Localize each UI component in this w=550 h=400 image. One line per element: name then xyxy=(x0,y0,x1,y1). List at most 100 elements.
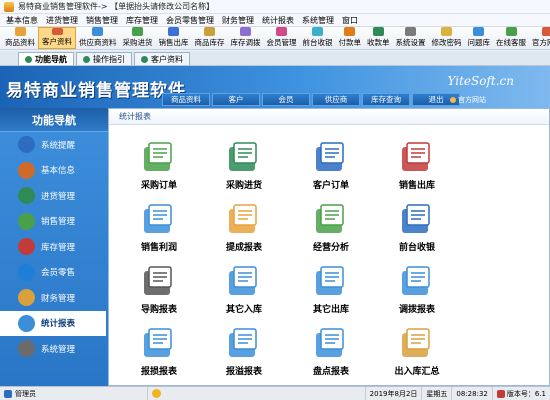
tab-icon xyxy=(83,55,90,63)
tab[interactable]: 客户资料 xyxy=(134,52,190,65)
user-label: 管理员 xyxy=(15,389,36,398)
sidebar-items: 系统提醒基本信息进货管理销售管理库存管理会员零售财务管理统计报表 系统管理 xyxy=(0,132,108,362)
tab-label: 操作指引 xyxy=(93,54,125,64)
report-button[interactable]: 报损报表 xyxy=(119,325,199,377)
report-button[interactable]: 导购报表 xyxy=(119,263,199,315)
sidebar-item-label: 进货管理 xyxy=(41,191,76,202)
sidebar-item[interactable]: 财务管理 xyxy=(0,285,108,311)
report-button[interactable]: 盘点报表 xyxy=(291,325,371,377)
toolbar-button[interactable]: 供应商资料 xyxy=(76,27,120,49)
toolbar: 商品资料 客户资料 供应商资料 采购进货 销售出库 商品库存 库存调拨 会员管理 前台收银 付款单… xyxy=(0,27,550,50)
toolbar-label: 付款单 xyxy=(338,38,362,47)
report-button[interactable]: 提成报表 xyxy=(204,201,284,253)
report-button[interactable]: 调拨报表 xyxy=(377,263,457,315)
sidebar-header: 功能导航 xyxy=(0,108,108,132)
official-site-link[interactable]: 官方网站 xyxy=(450,95,486,105)
toolbar-icon xyxy=(312,27,323,36)
toolbar-icon xyxy=(505,27,517,36)
toolbar-button[interactable]: 付款单 xyxy=(336,27,365,49)
toolbar-button[interactable]: 采购进货 xyxy=(120,27,156,49)
report-button[interactable]: 出入库汇总 xyxy=(377,325,457,377)
report-button[interactable]: 采购进货 xyxy=(204,139,284,191)
sidebar-item[interactable]: 系统管理 xyxy=(0,336,108,362)
report-label: 销售出库 xyxy=(398,181,435,191)
menu-item[interactable]: 会员零售管理 xyxy=(162,15,218,26)
tab[interactable]: 功能导航 xyxy=(18,52,74,65)
breadcrumb: 统计报表 xyxy=(109,109,549,125)
menu-item[interactable]: 销售管理 xyxy=(82,15,122,26)
report-button[interactable]: 前台收银 xyxy=(377,201,457,253)
tab-label: 功能导航 xyxy=(35,54,67,64)
toolbar-button[interactable]: 会员管理 xyxy=(264,27,300,49)
toolbar-button[interactable]: 系统设置 xyxy=(393,27,429,49)
banner: 易特商业销售管理软件 YiteSoft.cn 商品资料 客户 会员 供应商 库存查询 退出… xyxy=(0,66,550,108)
purchase-order-icon xyxy=(140,139,178,175)
tab[interactable]: 操作指引 xyxy=(76,52,132,65)
menu-item[interactable]: 库存管理 xyxy=(122,15,162,26)
report-button[interactable]: 销售利润 xyxy=(119,201,199,253)
toolbar-button[interactable]: 在线客服 xyxy=(493,27,529,49)
brand-title: 易特商业销售管理软件 xyxy=(6,81,186,101)
toolbar-button[interactable]: 商品库存 xyxy=(192,27,228,49)
menu-item[interactable]: 统计报表 xyxy=(258,15,298,26)
tab-label: 客户资料 xyxy=(151,54,183,64)
sidebar-item-label: 销售管理 xyxy=(41,217,76,228)
report-label: 前台收银 xyxy=(398,243,435,253)
toolbar-button[interactable]: 商品资料 xyxy=(2,27,38,49)
chart-icon xyxy=(18,314,35,332)
menu-item[interactable]: 进货管理 xyxy=(42,15,82,26)
summary-icon xyxy=(398,325,436,361)
toolbar-button[interactable]: 问题库 xyxy=(465,27,494,49)
menu-item[interactable]: 系统管理 xyxy=(298,15,338,26)
toolbar-label: 收款单 xyxy=(367,38,390,47)
warehouse-icon xyxy=(18,238,35,256)
sidebar-item[interactable]: 系统提醒 xyxy=(0,132,108,158)
report-button[interactable]: 报溢报表 xyxy=(204,325,284,377)
report-label: 经营分析 xyxy=(312,243,349,253)
banner-nav-item[interactable]: 库存查询 xyxy=(362,93,410,106)
window-title: 易特商业销售管理软件-> 【单据抬头请修改公司名称】 xyxy=(18,2,215,11)
report-button[interactable]: 其它入库 xyxy=(204,263,284,315)
guide-icon xyxy=(140,263,178,299)
report-label: 报损报表 xyxy=(140,367,177,377)
report-button[interactable]: 客户订单 xyxy=(291,139,371,191)
home-icon xyxy=(450,97,456,103)
toolbar-button[interactable]: 收款单 xyxy=(364,27,393,49)
menu-item[interactable]: 基本信息 xyxy=(2,15,42,26)
banner-nav-item[interactable]: 商品资料 xyxy=(162,93,210,106)
report-button[interactable]: 采购订单 xyxy=(119,139,199,191)
toolbar-button[interactable]: 前台收银 xyxy=(300,27,336,49)
toolbar-button[interactable]: 客户资料 xyxy=(38,27,76,49)
sidebar-item-label: 库存管理 xyxy=(41,242,76,253)
sidebar-item-label: 财务管理 xyxy=(41,293,76,304)
report-label: 客户订单 xyxy=(312,181,349,191)
status-user: 管理员 xyxy=(0,387,149,400)
banner-nav-item[interactable]: 会员 xyxy=(262,93,310,106)
sidebar-item[interactable]: 销售管理 xyxy=(0,209,108,235)
report-button[interactable]: 销售出库 xyxy=(377,139,457,191)
menu-item[interactable]: 窗口 xyxy=(338,15,362,26)
toolbar-label: 问题库 xyxy=(467,38,491,47)
report-label: 报溢报表 xyxy=(225,367,262,377)
sidebar-item-label: 基本信息 xyxy=(41,166,76,177)
sidebar-item[interactable]: 统计报表 xyxy=(0,310,106,336)
banner-nav-item[interactable]: 供应商 xyxy=(312,93,360,106)
toolbar-button[interactable]: 销售出库 xyxy=(156,27,192,49)
toolbar-label: 系统设置 xyxy=(395,38,426,47)
report-button[interactable]: 经营分析 xyxy=(291,201,371,253)
banner-nav-item[interactable]: 客户 xyxy=(212,93,260,106)
gear-icon xyxy=(18,340,35,358)
banner-nav: 商品资料 客户 会员 供应商 库存查询 退出 xyxy=(162,93,460,106)
toolbar-button[interactable]: 官方网站 xyxy=(529,27,550,49)
title-bar: 易特商业销售管理软件-> 【单据抬头请修改公司名称】 xyxy=(0,0,550,14)
report-button[interactable]: 其它出库 xyxy=(291,263,371,315)
sidebar-item[interactable]: 库存管理 xyxy=(0,234,108,260)
toolbar-button[interactable]: 库存调拨 xyxy=(228,27,264,49)
member-icon xyxy=(18,263,35,281)
toolbar-button[interactable]: 修改密码 xyxy=(429,27,465,49)
menu-item[interactable]: 财务管理 xyxy=(218,15,258,26)
sidebar-item[interactable]: 进货管理 xyxy=(0,183,108,209)
smiley-icon xyxy=(152,389,162,398)
sidebar-item[interactable]: 会员零售 xyxy=(0,260,108,286)
sidebar-item[interactable]: 基本信息 xyxy=(0,158,108,184)
